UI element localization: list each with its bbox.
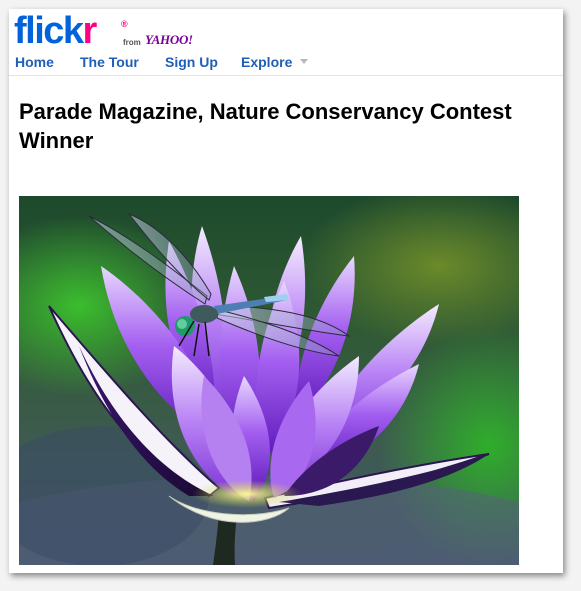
explore-dropdown-icon[interactable] [300,59,308,64]
nav-explore[interactable]: Explore [241,53,292,71]
main-nav: Home The Tour Sign Up Explore [9,53,563,76]
nav-the-tour[interactable]: The Tour [80,53,139,71]
registered-mark: ® [121,19,128,29]
browser-page: flickr ® from YAHOO! Home The Tour Sign … [9,9,563,573]
nav-home[interactable]: Home [15,53,54,71]
main-photo[interactable] [19,196,519,565]
nav-sign-up[interactable]: Sign Up [165,53,218,71]
yahoo-logo: YAHOO! [145,32,193,47]
photo-illustration [19,212,519,565]
from-label: from [123,38,141,47]
photo-title: Parade Magazine, Nature Conservancy Cont… [19,99,512,153]
flickr-wordmark: flickr [14,10,97,52]
